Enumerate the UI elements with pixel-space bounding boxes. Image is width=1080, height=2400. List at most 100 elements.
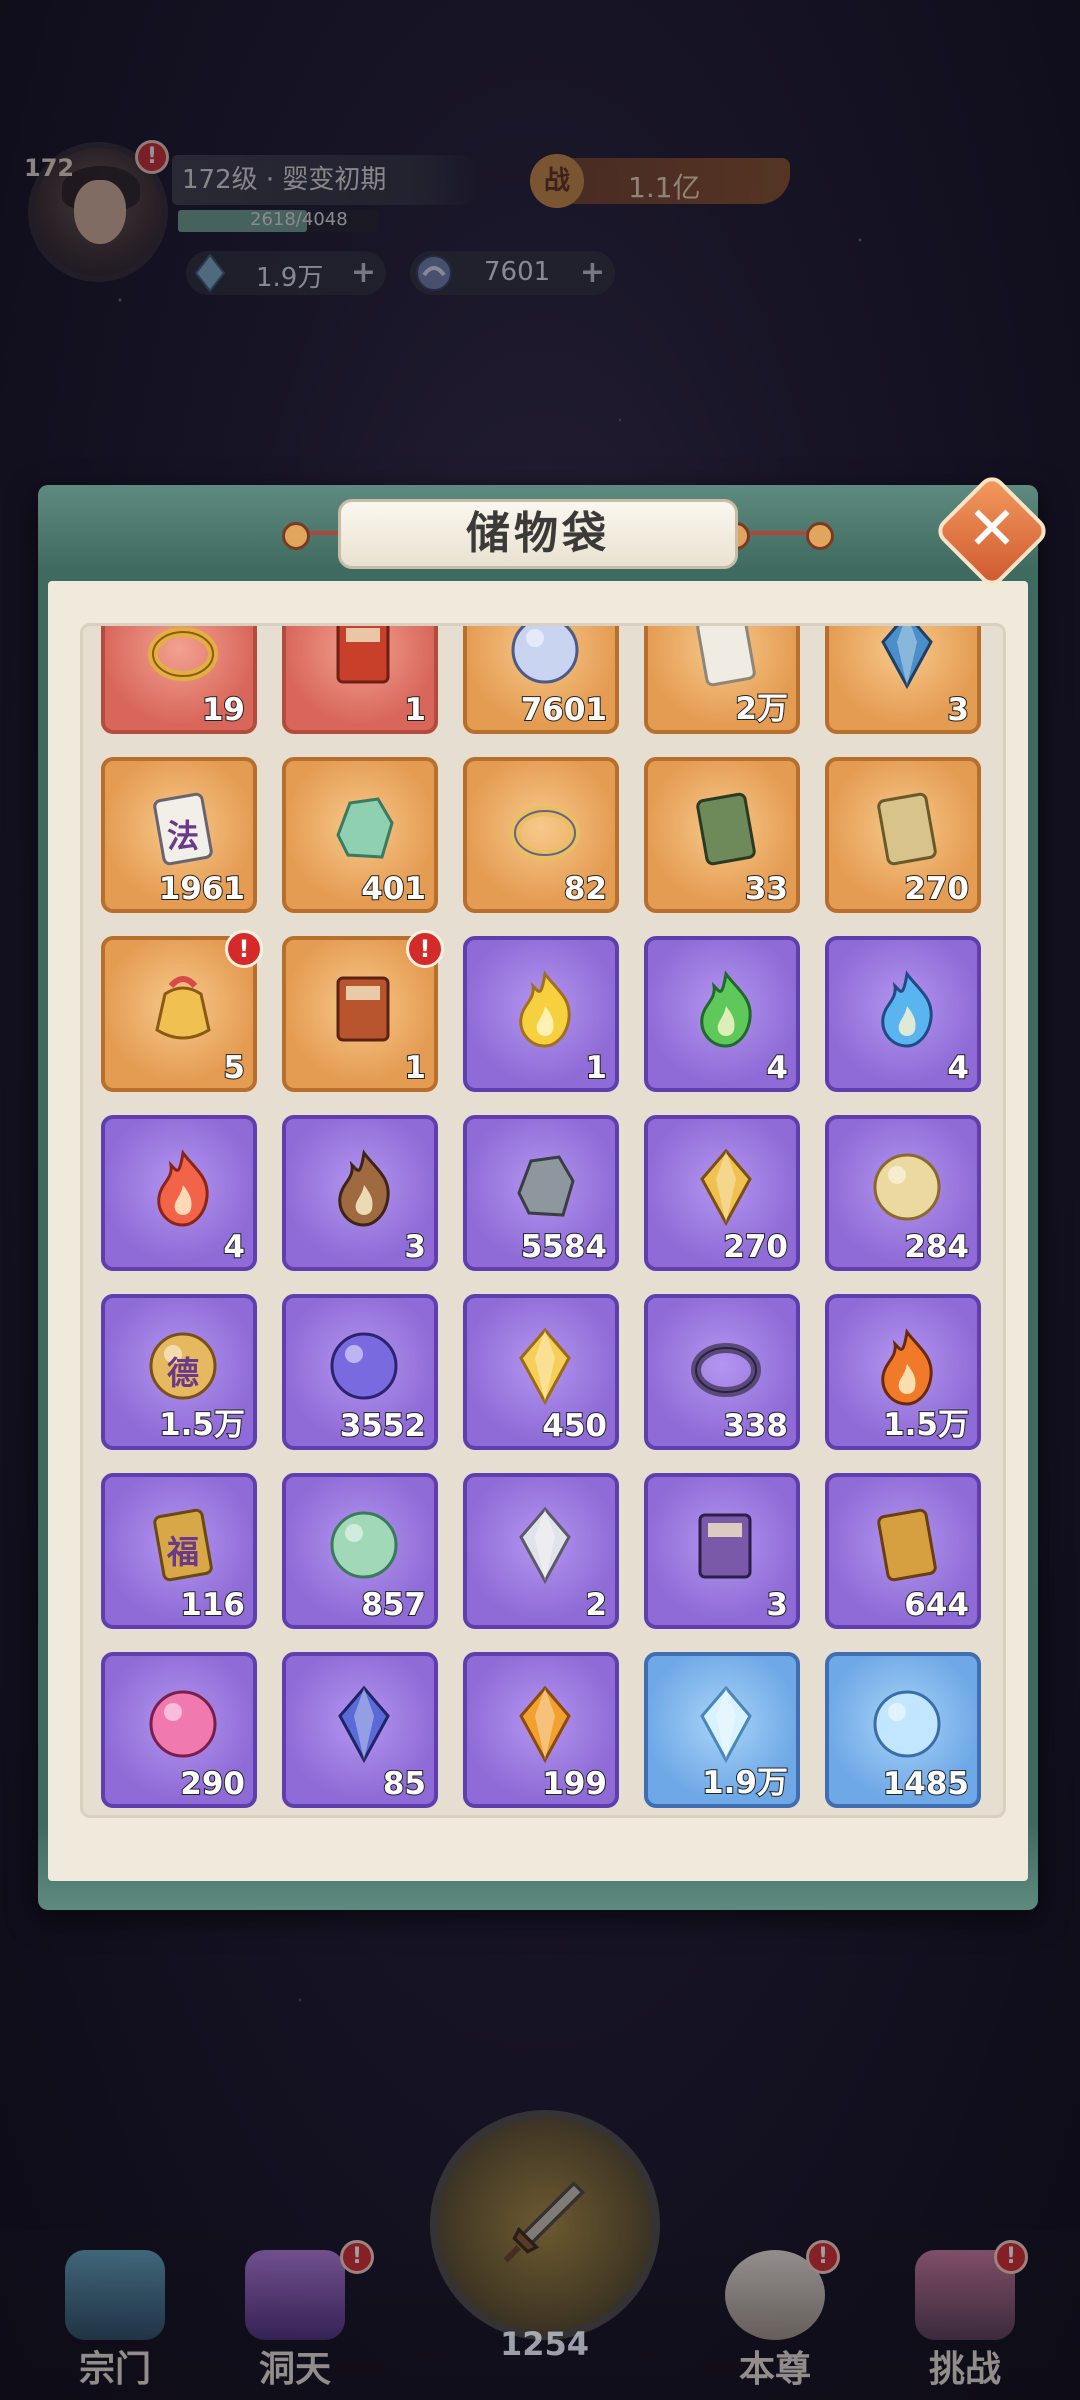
item-quantity: 1 (403, 691, 427, 729)
inventory-slot[interactable]: 1! (282, 930, 444, 1092)
item-quantity: 1961 (158, 870, 246, 908)
yellow-flame-icon (519, 970, 571, 1048)
nav-item-self[interactable]: 本尊 ! (700, 2240, 850, 2390)
item-quantity: 270 (903, 870, 970, 908)
inventory-slot[interactable]: 德 1.5万 (101, 1294, 257, 1450)
cave-tree-icon (245, 2250, 345, 2340)
inventory-slot[interactable]: 2万 (644, 626, 800, 734)
inventory-slot[interactable]: 85 (282, 1652, 438, 1808)
blue-flame-icon (881, 970, 933, 1048)
item-quantity: 1.5万 (158, 1406, 246, 1444)
blue-feather-icon (338, 1685, 390, 1764)
inventory-slot[interactable]: 4 (825, 936, 981, 1092)
item-quantity: 4 (765, 1049, 789, 1087)
inventory-slot[interactable]: 450 (463, 1294, 619, 1450)
inventory-slot[interactable]: 401 (282, 757, 438, 913)
nav-alert-badge: ! (340, 2240, 374, 2274)
title-cord-right (722, 522, 834, 550)
item-quantity: 1485 (882, 1765, 970, 1803)
modal-title: 储物袋 (338, 499, 738, 569)
inventory-slot[interactable]: 1 (463, 936, 619, 1092)
fire-crystal-icon (519, 1685, 571, 1764)
gem-value: 1.9万 (256, 263, 324, 293)
item-quantity: 3552 (339, 1407, 427, 1445)
inventory-slot[interactable]: 270 (825, 757, 981, 913)
inventory-row: 德 1.5万 3552 450 338 1.5万 (101, 1294, 1003, 1473)
item-quantity: 1 (584, 1049, 608, 1087)
avatar-face (74, 180, 126, 244)
nav-alert-badge: ! (994, 2240, 1028, 2274)
water-orb-icon (873, 1690, 941, 1758)
inventory-slot[interactable]: 1485 (825, 1652, 981, 1808)
inventory-slot[interactable]: 199 (463, 1652, 619, 1808)
blue-crystal-shard-icon (881, 626, 933, 690)
inventory-slot[interactable]: 2 (463, 1473, 619, 1629)
inventory-slot[interactable]: 1.9万 (644, 1652, 800, 1808)
silver-rune-diamond-icon (519, 1506, 571, 1585)
item-quantity: 3 (403, 1228, 427, 1266)
golden-bracelet-icon (510, 806, 580, 860)
sect-pagoda-icon (65, 2250, 165, 2340)
item-quantity: 857 (360, 1586, 427, 1624)
nav-item-challenge[interactable]: 挑战 ! (890, 2240, 1040, 2390)
inventory-slot[interactable]: 338 (644, 1294, 800, 1450)
nav-alert-badge: ! (806, 2240, 840, 2274)
item-quantity: 7601 (520, 691, 608, 729)
inventory-slot[interactable]: 270 (644, 1115, 800, 1271)
coin-add-button[interactable]: + (580, 255, 605, 290)
inventory-slot[interactable]: 19 (101, 626, 257, 734)
inventory-row: 法 1961 401 82 33 270 (101, 757, 1003, 936)
item-quantity: 85 (382, 1765, 427, 1803)
red-flame-icon (157, 1149, 209, 1227)
inventory-slot[interactable]: 290 (101, 1652, 257, 1808)
nav-item-sect[interactable]: 宗门 (40, 2240, 190, 2390)
inventory-panel[interactable]: 19 1 7601 2万 3 法 1961 401 82 33 270 5! 1! 1 4 4 4 3 5584 27… (80, 623, 1006, 1818)
item-quantity: 401 (360, 870, 427, 908)
power-icon: 战 (530, 154, 584, 208)
spirit-orb-icon (330, 1332, 398, 1400)
gem-resource: 1.9万 + (186, 251, 386, 295)
inventory-slot[interactable]: 284 (825, 1115, 981, 1271)
center-action-button[interactable] (430, 2110, 660, 2340)
inventory-slot[interactable]: 82 (463, 757, 619, 913)
nav-label-challenge: 挑战 (928, 2349, 1001, 2390)
inventory-slot[interactable]: 福 116 (101, 1473, 257, 1629)
item-glyph: 福 (166, 1533, 199, 1571)
inventory-slot[interactable]: 4 (101, 1115, 257, 1271)
storage-bag-modal: 储物袋 ✕ 19 1 7601 2万 3 法 1961 401 82 33 270 5! 1! 1 4 4 4 3… (38, 471, 1052, 1910)
gold-crystal-icon (700, 1148, 752, 1227)
inventory-slot[interactable]: 4 (644, 936, 800, 1092)
level-badge: 172 (24, 154, 75, 182)
inventory-slot[interactable]: 法 1961 (101, 757, 257, 913)
inventory-slot[interactable]: 3552 (282, 1294, 438, 1450)
item-glyph: 法 (166, 817, 199, 855)
inventory-slot[interactable]: 33 (644, 757, 800, 913)
item-quantity: 644 (903, 1586, 970, 1624)
fire-seal-icon (881, 1328, 933, 1406)
item-quantity: 4 (946, 1049, 970, 1087)
inventory-slot[interactable]: 3 (282, 1115, 438, 1271)
dark-bracelet-icon (691, 1343, 761, 1397)
inventory-row: 4 3 5584 270 284 (101, 1115, 1003, 1294)
brown-flame-icon (338, 1149, 390, 1227)
inventory-slot[interactable]: 3 (644, 1473, 800, 1629)
inventory-slot[interactable]: 3 (825, 626, 981, 734)
inventory-slot[interactable]: 1.5万 (825, 1294, 981, 1450)
item-quantity: 1 (403, 1049, 427, 1087)
item-quantity: 116 (179, 1586, 246, 1624)
gem-add-button[interactable]: + (351, 255, 376, 290)
item-alert-badge: ! (225, 930, 263, 968)
red-book-icon (336, 626, 390, 684)
power-value: 1.1亿 (628, 171, 701, 204)
inventory-slot[interactable]: 5! (101, 930, 263, 1092)
nav-item-cave[interactable]: 洞天 ! (220, 2240, 374, 2390)
item-quantity: 19 (201, 691, 246, 729)
inventory-slot[interactable]: 857 (282, 1473, 438, 1629)
item-quantity: 284 (903, 1228, 970, 1266)
inventory-row: 19 1 7601 2万 3 (101, 626, 1003, 757)
inventory-slot[interactable]: 7601 (463, 626, 619, 734)
jade-gourd-icon (330, 1511, 398, 1579)
inventory-slot[interactable]: 644 (825, 1473, 981, 1629)
inventory-slot[interactable]: 5584 (463, 1115, 619, 1271)
inventory-slot[interactable]: 1 (282, 626, 438, 734)
